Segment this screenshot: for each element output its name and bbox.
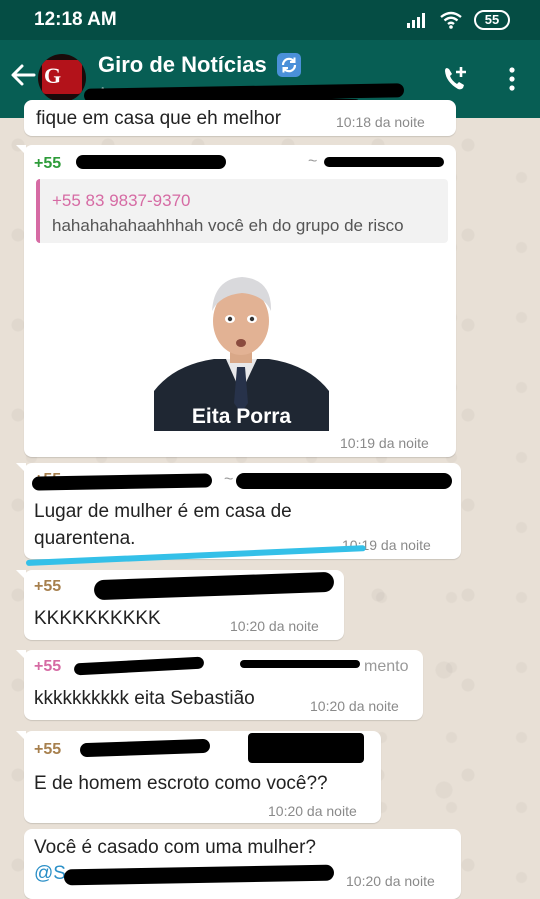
sync-icon <box>277 53 302 77</box>
status-icons: 55 <box>406 10 510 30</box>
add-call-icon[interactable] <box>440 64 470 94</box>
message-text: Você é casado com uma mulher? <box>34 837 316 858</box>
message-bubble[interactable]: Você é casado com uma mulher? @S 10:20 d… <box>24 829 461 899</box>
status-bar: 12:18 AM 55 <box>0 0 540 40</box>
avatar-letter: G <box>44 63 62 88</box>
message-text: fique em casa que eh melhor <box>36 108 282 129</box>
redaction-scribble <box>93 571 335 601</box>
message-time: 10:20 da noite <box>268 803 357 819</box>
status-time: 12:18 AM <box>34 9 117 30</box>
redaction-scribble <box>73 656 205 676</box>
message-bubble[interactable]: +55 ~ Lugar de mulher é em casa de quare… <box>16 463 461 559</box>
message-text: quarentena. <box>34 528 136 549</box>
message-time: 10:20 da noite <box>230 618 319 634</box>
message-time: 10:19 da noite <box>340 435 429 451</box>
message-sender-name: ~ <box>308 153 318 170</box>
group-avatar[interactable]: G <box>38 54 86 102</box>
redaction-scribble <box>240 660 360 668</box>
sticker-caption: Eita Porra <box>191 405 292 428</box>
message-sender: +55 <box>34 155 62 172</box>
message-bubble[interactable]: +55 KKKKKKKKKK 10:20 da noite <box>16 570 344 640</box>
redaction-scribble <box>76 155 226 169</box>
quoted-sender: +55 83 9837-9370 <box>52 191 191 210</box>
chat-title: Giro de Notícias <box>98 52 267 77</box>
message-time: 10:18 da noite <box>336 114 425 130</box>
redaction-scribble <box>63 864 335 886</box>
message-sender: +55 <box>34 658 62 675</box>
message-time: 10:20 da noite <box>346 873 435 889</box>
message-sender: +55 <box>34 741 62 758</box>
message-text: E de homem escroto como você?? <box>34 773 328 794</box>
message-text: Lugar de mulher é em casa de <box>34 501 292 522</box>
quoted-message[interactable]: +55 83 9837-9370 hahahahahaahhhah você e… <box>36 179 448 243</box>
message-bubble[interactable]: +55 E de homem escroto como você?? 10:20… <box>16 731 381 823</box>
redaction-scribble <box>31 473 213 491</box>
more-options-icon[interactable] <box>504 64 520 94</box>
battery-icon: 55 <box>474 10 510 30</box>
message-sender-name: ~ <box>224 471 234 488</box>
wifi-icon <box>440 11 462 29</box>
message-bubble[interactable]: fique em casa que eh melhor 10:18 da noi… <box>24 100 456 136</box>
message-time: 10:20 da noite <box>310 698 399 714</box>
message-mention[interactable]: @S <box>34 861 66 887</box>
quoted-text: hahahahahaahhhah você eh do grupo de ris… <box>52 216 404 235</box>
redaction-scribble <box>236 473 452 489</box>
message-text: KKKKKKKKKK <box>34 608 161 629</box>
redaction-scribble <box>248 733 364 763</box>
message-text: kkkkkkkkkk eita Sebastião <box>34 688 255 709</box>
message-bubble[interactable]: +55 ~ +55 83 9837-9370 hahahahahaahhhah … <box>16 145 456 457</box>
redaction-scribble <box>79 738 211 758</box>
redaction-scribble <box>324 157 444 167</box>
message-bubble[interactable]: +55 mento kkkkkkkkkk eita Sebastião 10:2… <box>16 650 423 720</box>
back-arrow-icon[interactable] <box>8 60 38 90</box>
message-sender-name: mento <box>364 658 409 675</box>
signal-icon <box>407 13 425 28</box>
message-sender: +55 <box>34 578 62 595</box>
sticker-image[interactable]: Eita Porra <box>154 273 329 431</box>
